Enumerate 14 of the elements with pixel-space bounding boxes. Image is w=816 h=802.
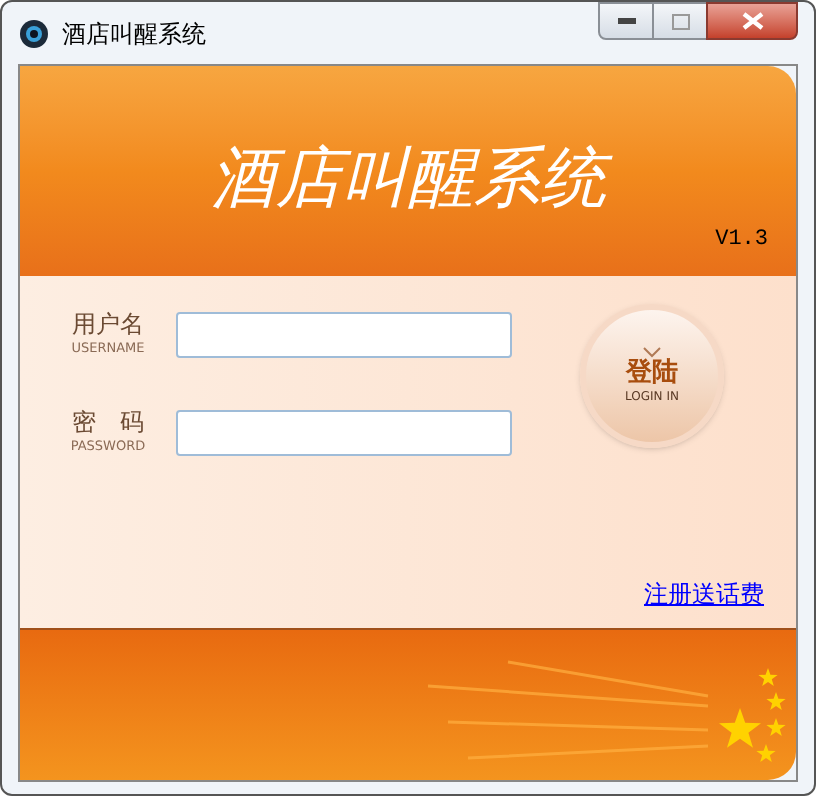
field-label: 密 码 <box>72 408 144 438</box>
close-button[interactable] <box>706 2 798 40</box>
close-icon <box>741 12 763 30</box>
password-field[interactable] <box>176 409 512 455</box>
version-label: V1.3 <box>715 225 768 255</box>
window-title: 酒店叫醒系统 <box>62 17 206 51</box>
minimize-icon <box>617 17 635 25</box>
maximize-icon <box>671 13 689 29</box>
field-label: 用户名 <box>72 310 144 340</box>
chevron-icon <box>642 346 662 358</box>
username-field[interactable] <box>176 311 512 357</box>
minimize-button[interactable] <box>598 2 654 40</box>
app-icon <box>18 17 50 49</box>
register-link[interactable]: 注册送话费 <box>644 576 764 612</box>
